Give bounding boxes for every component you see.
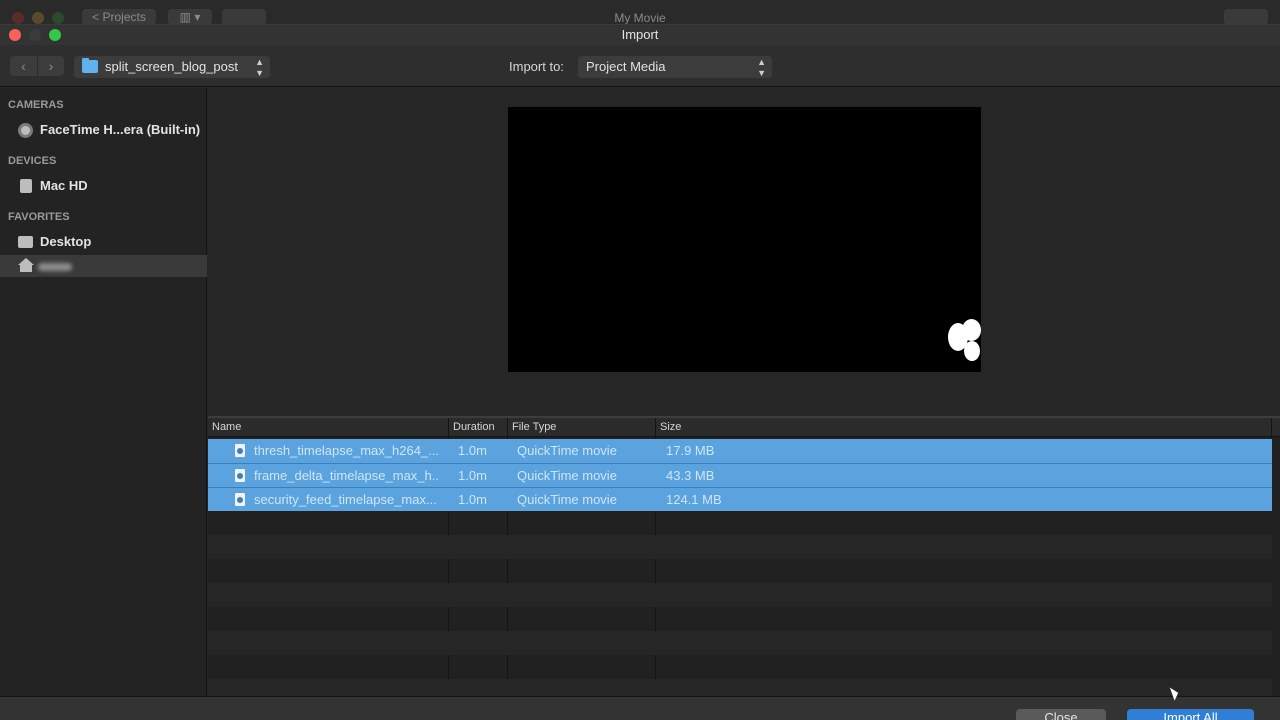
clip-duration: 1.0m	[458, 443, 487, 458]
sidebar-item-home[interactable]	[0, 255, 207, 277]
sidebar: CAMERAS FaceTime H...era (Built-in) DEVI…	[0, 88, 207, 696]
sidebar-item-label: Mac HD	[40, 178, 88, 193]
preview-blob	[964, 341, 980, 361]
table-header: Name Duration File Type Size	[208, 418, 1280, 437]
close-button[interactable]: Close	[1016, 709, 1106, 720]
home-icon	[18, 258, 34, 272]
preview-blob	[962, 319, 981, 341]
table-row[interactable]: security_feed_timelapse_max... 1.0m Quic…	[208, 487, 1272, 511]
window-titlebar: Import	[0, 25, 1280, 45]
clip-size: 17.9 MB	[666, 443, 715, 458]
hard-drive-icon	[20, 179, 32, 193]
empty-row	[208, 631, 1272, 655]
location-label: split_screen_blog_post	[105, 59, 238, 74]
sidebar-item-mac-hd[interactable]: Mac HD	[0, 175, 207, 197]
clip-table: Name Duration File Type Size thresh_time…	[208, 416, 1280, 698]
clip-size: 43.3 MB	[666, 468, 715, 483]
column-header-name[interactable]: Name	[212, 421, 241, 433]
sidebar-item-desktop[interactable]: Desktop	[0, 231, 207, 253]
popup-arrows-icon: ▲ ▼	[757, 57, 766, 78]
camera-icon	[18, 123, 33, 138]
movie-file-icon	[235, 469, 245, 482]
table-row[interactable]: frame_delta_timelapse_max_h... 1.0m Quic…	[208, 463, 1272, 487]
sidebar-item-facetime-camera[interactable]: FaceTime H...era (Built-in)	[0, 119, 207, 141]
forward-button[interactable]: ›	[37, 56, 64, 76]
column-header-duration[interactable]: Duration	[453, 421, 495, 433]
clip-name: security_feed_timelapse_max...	[254, 492, 437, 507]
background-app-bar: < Projects ▥ ▾ My Movie	[0, 0, 1280, 25]
column-header-size[interactable]: Size	[660, 421, 681, 433]
import-toolbar: ‹ › split_screen_blog_post ▲ ▼ Project Me…	[0, 45, 1280, 87]
window-title: Import	[621, 27, 659, 42]
clip-duration: 1.0m	[458, 492, 487, 507]
chevron-right-icon: ›	[48, 58, 54, 74]
movie-file-icon	[235, 444, 245, 457]
import-window: Import ‹ › split_screen_blog_post ▲ ▼ Pro…	[0, 24, 1280, 720]
column-header-file-type[interactable]: File Type	[512, 421, 556, 433]
empty-row	[208, 535, 1272, 559]
back-button[interactable]: ‹	[10, 56, 37, 76]
chevron-left-icon: ‹	[21, 58, 26, 74]
clip-name: frame_delta_timelapse_max_h...	[254, 468, 438, 483]
clip-file-type: QuickTime movie	[517, 492, 617, 507]
back-forward-group: ‹ ›	[10, 56, 64, 76]
import-to-value: Project Media	[586, 59, 666, 74]
redacted-username	[38, 262, 72, 271]
sidebar-section-cameras: CAMERAS	[8, 99, 64, 111]
clip-size: 124.1 MB	[666, 492, 722, 507]
sidebar-section-devices: DEVICES	[8, 155, 57, 167]
video-preview[interactable]	[508, 107, 981, 372]
import-to-label: Import to:	[509, 59, 564, 74]
location-popup[interactable]: split_screen_blog_post ▲ ▼	[74, 56, 270, 78]
import-to-popup[interactable]: Project Media ▲ ▼	[578, 56, 772, 78]
share-button[interactable]	[1224, 9, 1268, 25]
clip-duration: 1.0m	[458, 468, 487, 483]
preview-area	[208, 88, 1280, 416]
folder-icon	[82, 58, 98, 73]
sheet-footer: Close Import All	[0, 696, 1280, 720]
sidebar-section-favorites: FAVORITES	[8, 211, 70, 223]
clip-file-type: QuickTime movie	[517, 468, 617, 483]
sidebar-item-label: FaceTime H...era (Built-in)	[40, 122, 201, 137]
movie-file-icon	[235, 493, 245, 506]
sidebar-item-label: Desktop	[40, 234, 92, 249]
import-all-button[interactable]: Import All	[1127, 709, 1254, 720]
table-row[interactable]: thresh_timelapse_max_h264_... 1.0m Quick…	[208, 439, 1272, 463]
popup-arrows-icon: ▲ ▼	[255, 57, 264, 78]
clip-name: thresh_timelapse_max_h264_...	[254, 443, 438, 458]
background-app-title: My Movie	[614, 11, 666, 25]
clip-file-type: QuickTime movie	[517, 443, 617, 458]
desktop-icon	[18, 236, 33, 248]
empty-row	[208, 583, 1272, 607]
